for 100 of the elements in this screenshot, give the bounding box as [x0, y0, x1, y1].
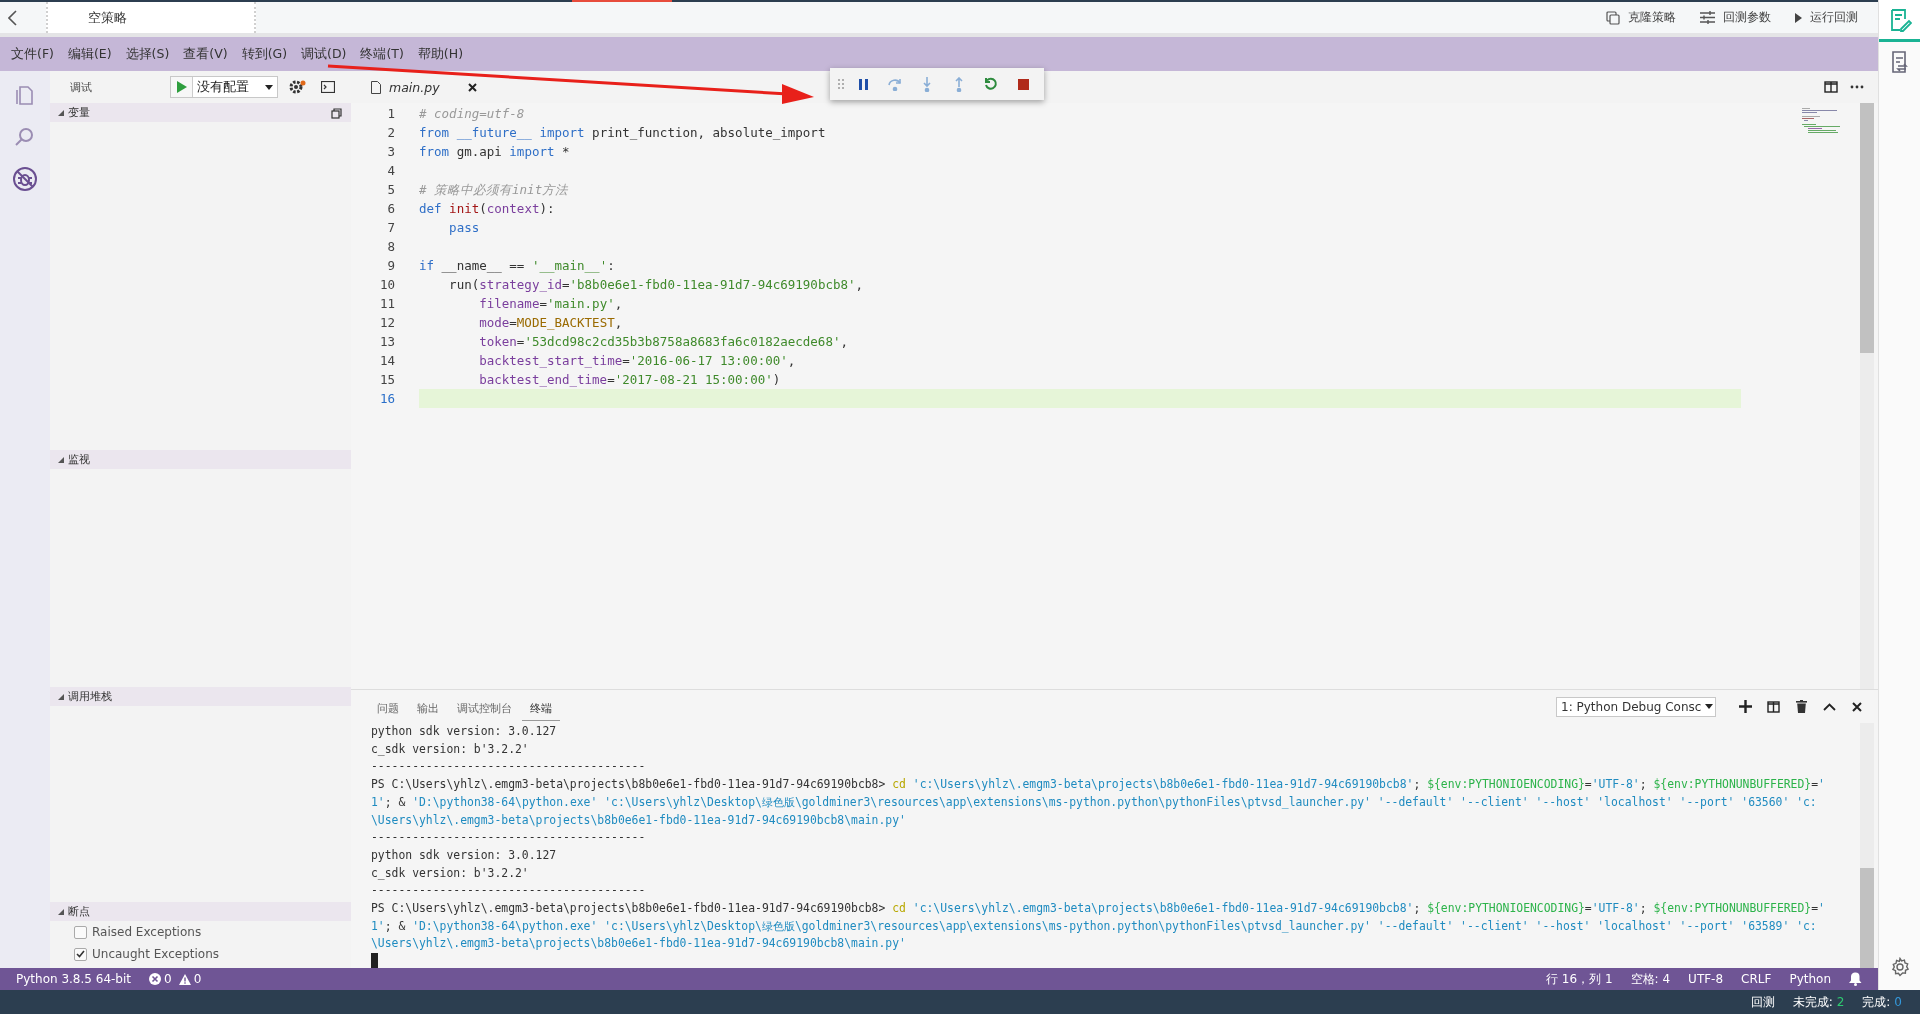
menu-item[interactable]: 查看(V): [176, 45, 235, 63]
terminal-line: ----------------------------------------: [371, 882, 647, 900]
triangle-icon: [58, 908, 64, 915]
problems-status[interactable]: 0 0: [149, 972, 202, 986]
play-icon: [1795, 12, 1802, 23]
line-number: 15: [378, 372, 395, 387]
warning-icon: [178, 973, 191, 985]
line-number: 13: [378, 334, 395, 349]
terminal-line: python sdk version: 3.0.127: [371, 846, 558, 864]
code-line: def init(context):: [419, 200, 556, 218]
code-line: # coding=utf-8: [419, 105, 526, 123]
bug-icon[interactable]: [11, 165, 39, 193]
start-button[interactable]: [171, 77, 193, 97]
backtest-label: 回测: [1750, 993, 1775, 1011]
terminal-line: PS C:\Users\yhlz\.emgm3-beta\projects\b8b0e6e1-fbd0-11ea-91d7-94c69190bcb8> cd 'c:\Users\yhlz\.emgm3-beta\projects\b8b0e6e1-fbd0-11ea-91d7-94c69190bcb8'; ${env:PYTHONIOENCODING}='UTF-8'; ${env:PYTHONUNBUFFERED}=': [371, 899, 1826, 917]
toolbar-button[interactable]: 回测参数: [1696, 4, 1775, 31]
terminal-line: ----------------------------------------: [371, 758, 647, 776]
section-header[interactable]: 监视: [50, 450, 351, 469]
bell-icon[interactable]: [1849, 972, 1862, 986]
section-header[interactable]: 调用堆栈: [50, 687, 351, 706]
panel-title: 调试: [70, 79, 93, 95]
tab-label: main.py: [389, 79, 440, 95]
terminal-line: c_sdk version: b'3.2.2': [371, 864, 530, 882]
panel-tab[interactable]: 输出: [409, 692, 447, 721]
checkbox[interactable]: [74, 947, 87, 961]
chevron-left-icon: [8, 9, 18, 26]
line-number: 10: [378, 277, 395, 292]
code-line: if __name__ == '__main__':: [419, 257, 616, 275]
code-line: from gm.api import *: [419, 143, 571, 161]
config-dropdown[interactable]: 没有配置: [170, 76, 278, 98]
interpreter-status[interactable]: Python 3.8.5 64-bit: [16, 972, 131, 986]
line-number: 3: [386, 144, 395, 159]
code-line: backtest_start_time='2016-06-17 13:00:00',: [478, 352, 797, 370]
menu-item[interactable]: 转到(G): [234, 45, 295, 63]
line-number: 16: [378, 391, 395, 406]
document-tab[interactable]: 空策略: [46, 2, 256, 33]
toolbar-button[interactable]: 克隆策略: [1602, 4, 1680, 31]
panel-tab[interactable]: 调试控制台: [449, 692, 520, 721]
language-status[interactable]: Python: [1789, 972, 1831, 986]
terminal-line: ----------------------------------------: [371, 829, 647, 847]
line-number: 7: [386, 220, 395, 235]
terminal-line: \Users\yhlz\.emgm3-beta\projects\b8b0e6e1-fbd0-11ea-91d7-94c69190bcb8\main.py': [371, 811, 907, 829]
terminal-dropdown[interactable]: 1: Python Debug Consc: [1556, 696, 1716, 717]
terminal-cursor: [371, 953, 378, 968]
encoding-status[interactable]: UTF-8: [1688, 972, 1724, 986]
code-line: token='53dcd98c2cd35b3b8758a8683fa6c0182aecde68',: [478, 333, 849, 351]
section-header[interactable]: 断点: [50, 902, 351, 921]
line-number: 6: [386, 201, 395, 216]
toolbar-button[interactable]: 运行回测: [1791, 4, 1862, 31]
code-line: from __future__ import print_function, absolute_import: [419, 124, 827, 142]
panel-tab[interactable]: 问题: [369, 692, 407, 721]
sliders-icon: [1700, 11, 1715, 24]
edit-document-icon[interactable]: [1878, 0, 1920, 42]
cursor-position[interactable]: 行 16，列 1: [1546, 970, 1613, 988]
pending-count: 未完成: 2: [1792, 993, 1845, 1011]
triangle-icon: [58, 109, 64, 116]
line-number: 11: [378, 296, 395, 311]
terminal-line: c_sdk version: b'3.2.2': [371, 740, 530, 758]
menu-item[interactable]: 调试(D): [294, 45, 354, 63]
code-line: run(strategy_id='b8b0e6e1-fbd0-11ea-91d7-94c69190bcb8',: [448, 276, 865, 294]
menu-item[interactable]: 选择(S): [118, 45, 177, 63]
caret-icon: [265, 84, 273, 90]
line-ending-status[interactable]: CRLF: [1741, 972, 1772, 986]
menu-item[interactable]: 终端(T): [353, 45, 411, 63]
line-number: 1: [386, 106, 395, 121]
copy-icon: [1606, 10, 1620, 25]
panel-tab[interactable]: 终端: [522, 692, 560, 721]
error-icon: [149, 973, 161, 985]
triangle-icon: [58, 693, 64, 700]
play-icon: [176, 81, 187, 93]
code-line: mode=MODE_BACKTEST,: [478, 314, 624, 332]
collapse-all-icon[interactable]: [331, 106, 343, 119]
drag-handle-icon[interactable]: [838, 79, 844, 89]
terminal-line: \Users\yhlz\.emgm3-beta\projects\b8b0e6e1-fbd0-11ea-91d7-94c69190bcb8\main.py': [371, 935, 907, 953]
checkbox-label: Raised Exceptions: [92, 925, 202, 939]
caret-icon: [1705, 704, 1714, 710]
terminal-line: python sdk version: 3.0.127: [371, 723, 558, 741]
close-icon[interactable]: [467, 82, 477, 92]
code-line: backtest_end_time='2017-08-21 15:00:00'): [478, 371, 782, 389]
done-count: 完成: 0: [1862, 993, 1902, 1011]
checkbox-label: Uncaught Exceptions: [92, 947, 219, 961]
terminal-line: PS C:\Users\yhlz\.emgm3-beta\projects\b8b0e6e1-fbd0-11ea-91d7-94c69190bcb8> cd 'c:\Users\yhlz\.emgm3-beta\projects\b8b0e6e1-fbd0-11ea-91d7-94c69190bcb8'; ${env:PYTHONIOENCODING}='UTF-8'; ${env:PYTHONUNBUFFERED}=': [371, 776, 1826, 794]
indent-status[interactable]: 空格: 4: [1630, 970, 1671, 988]
line-number: 5: [386, 182, 395, 197]
code-line: pass: [448, 219, 481, 237]
terminal-line: 1'; & 'D:\python38-64\python.exe' 'c:\Users\yhlz\Desktop\绿色版\goldminer3\resources\app\extensions\ms-python.python\pythonFiles\ptvsd_launcher.py' '--default' '--client' '--host' 'localhost' '--port' '63589' 'c:: [371, 917, 1818, 935]
section-header[interactable]: 变量: [50, 103, 351, 122]
code-line: # 策略中必须有init方法: [419, 181, 570, 199]
code-line: filename='main.py',: [478, 295, 624, 313]
line-number: 14: [378, 353, 395, 368]
checkbox[interactable]: [74, 925, 87, 939]
menu-item[interactable]: 编辑(E): [60, 45, 119, 63]
line-number: 8: [386, 239, 395, 254]
line-number: 9: [386, 258, 395, 273]
line-number: 12: [378, 315, 395, 330]
menu-item[interactable]: 帮助(H): [410, 45, 470, 63]
triangle-icon: [58, 456, 64, 463]
line-number: 4: [386, 163, 395, 178]
menu-item[interactable]: 文件(F): [4, 45, 61, 63]
terminal-line: 1'; & 'D:\python38-64\python.exe' 'c:\Users\yhlz\Desktop\绿色版\goldminer3\resources\app\extensions\ms-python.python\pythonFiles\ptvsd_launcher.py' '--default' '--client' '--host' 'localhost' '--port' '63560' 'c:: [371, 793, 1818, 811]
